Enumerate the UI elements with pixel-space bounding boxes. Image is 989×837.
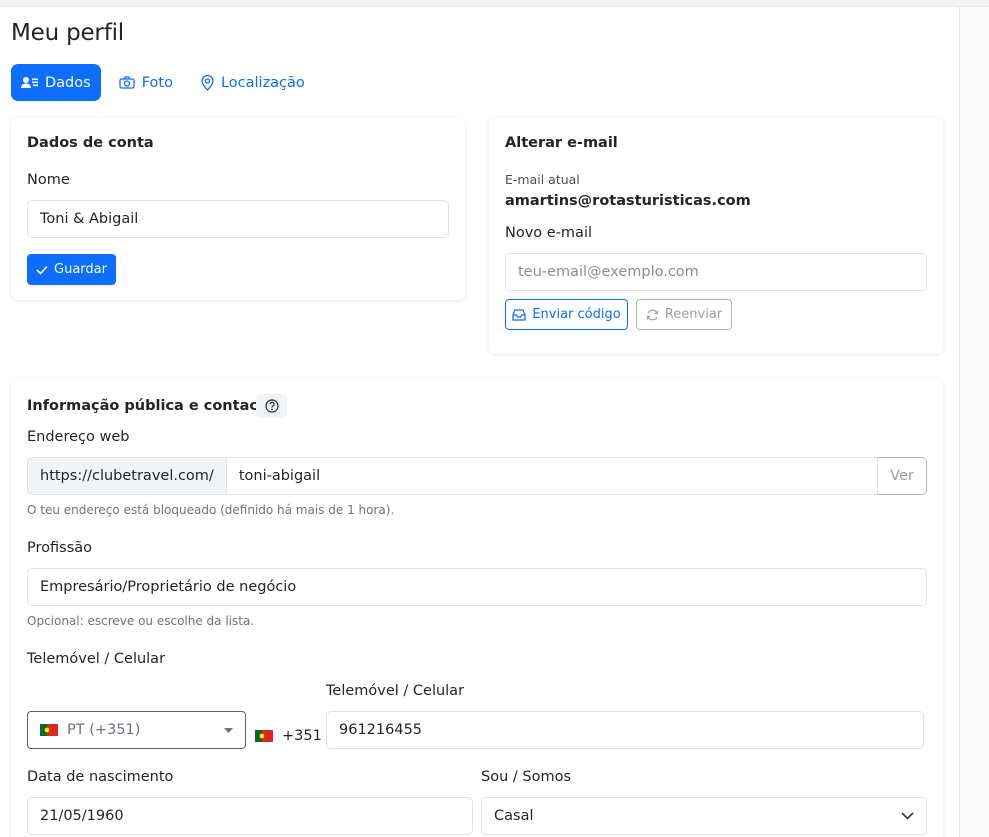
- inbox-icon: [512, 308, 526, 321]
- tab-localizacao-label: Localização: [220, 74, 305, 91]
- current-email-value: amartins@rotasturisticas.com: [505, 193, 751, 209]
- tab-foto-label: Foto: [141, 74, 173, 91]
- country-code: PT (+351): [67, 722, 141, 738]
- refresh-icon: [646, 309, 658, 320]
- caret-down-icon: [224, 727, 233, 733]
- map-pin-icon: [201, 74, 214, 91]
- web-address-label: Endereço web: [27, 429, 130, 445]
- save-button[interactable]: Guardar: [27, 254, 116, 285]
- name-input[interactable]: Toni & Abigail: [27, 200, 449, 238]
- send-code-label: Enviar código: [532, 307, 621, 322]
- portugal-flag-small-icon: [255, 730, 273, 742]
- profession-label: Profissão: [27, 540, 93, 556]
- email-card-title: Alterar e-mail: [505, 135, 618, 151]
- phone-label: Telemóvel / Celular: [326, 683, 465, 699]
- profession-help: Opcional: escreve ou escolhe da lista.: [27, 614, 255, 628]
- tab-dados-label: Dados: [45, 74, 91, 91]
- phone-input[interactable]: 961216455: [326, 711, 924, 749]
- page-title: Meu perfil: [11, 20, 124, 46]
- country-select[interactable]: PT (+351): [27, 711, 246, 749]
- tab-localizacao[interactable]: Localização: [191, 64, 315, 101]
- name-label: Nome: [27, 172, 70, 188]
- dial-code: +351: [282, 728, 322, 744]
- resend-button[interactable]: Reenviar: [636, 299, 732, 330]
- tab-dados[interactable]: Dados: [11, 64, 101, 101]
- current-email-label: E-mail atual: [505, 172, 580, 187]
- web-address-group: https://clubetravel.com/ toni-abigail Ve…: [27, 457, 927, 495]
- web-address-prefix: https://clubetravel.com/: [27, 457, 226, 495]
- view-web-button[interactable]: Ver: [878, 457, 927, 495]
- profile-tabs: Dados Foto Localização: [11, 64, 323, 101]
- new-email-label: Novo e-mail: [505, 225, 592, 241]
- tab-foto[interactable]: Foto: [109, 64, 183, 101]
- user-card-icon: [21, 77, 38, 88]
- country-select-value: PT (+351): [40, 722, 140, 738]
- phone-section-label: Telemóvel / Celular: [27, 651, 166, 667]
- relationship-value: Casal: [494, 808, 534, 824]
- camera-icon: [119, 76, 135, 89]
- web-address-input[interactable]: toni-abigail: [225, 457, 878, 495]
- email-card: Alterar e-mail E-mail atual amartins@rot…: [489, 118, 943, 354]
- relationship-label: Sou / Somos: [481, 769, 571, 785]
- send-code-button[interactable]: Enviar código: [505, 299, 628, 330]
- scroll-gutter: [960, 7, 989, 837]
- account-card: Dados de conta Nome Toni & Abigail Guard…: [11, 118, 465, 300]
- save-button-label: Guardar: [54, 262, 107, 277]
- content-border: [959, 7, 960, 837]
- dial-code-display: +351: [255, 728, 322, 744]
- public-info-title: Informação pública e contacto: [27, 398, 275, 414]
- birth-date-label: Data de nascimento: [27, 769, 174, 785]
- relationship-select[interactable]: Casal: [481, 797, 927, 835]
- chevron-down-icon: [901, 812, 914, 820]
- help-button[interactable]: [256, 394, 287, 418]
- web-address-help: O teu endereço está bloqueado (definido …: [27, 503, 395, 517]
- profession-input[interactable]: Empresário/Proprietário de negócio: [27, 568, 927, 606]
- account-card-title: Dados de conta: [27, 135, 154, 151]
- question-icon: [264, 399, 279, 413]
- birth-date-input[interactable]: 21/05/1960: [27, 797, 473, 835]
- new-email-input[interactable]: teu-email@exemplo.com: [505, 253, 927, 291]
- top-strip: [0, 0, 989, 7]
- portugal-flag-icon: [40, 724, 58, 736]
- check-icon: [36, 265, 48, 275]
- resend-label: Reenviar: [664, 307, 723, 322]
- public-info-card: Informação pública e contacto Endereço w…: [11, 378, 943, 837]
